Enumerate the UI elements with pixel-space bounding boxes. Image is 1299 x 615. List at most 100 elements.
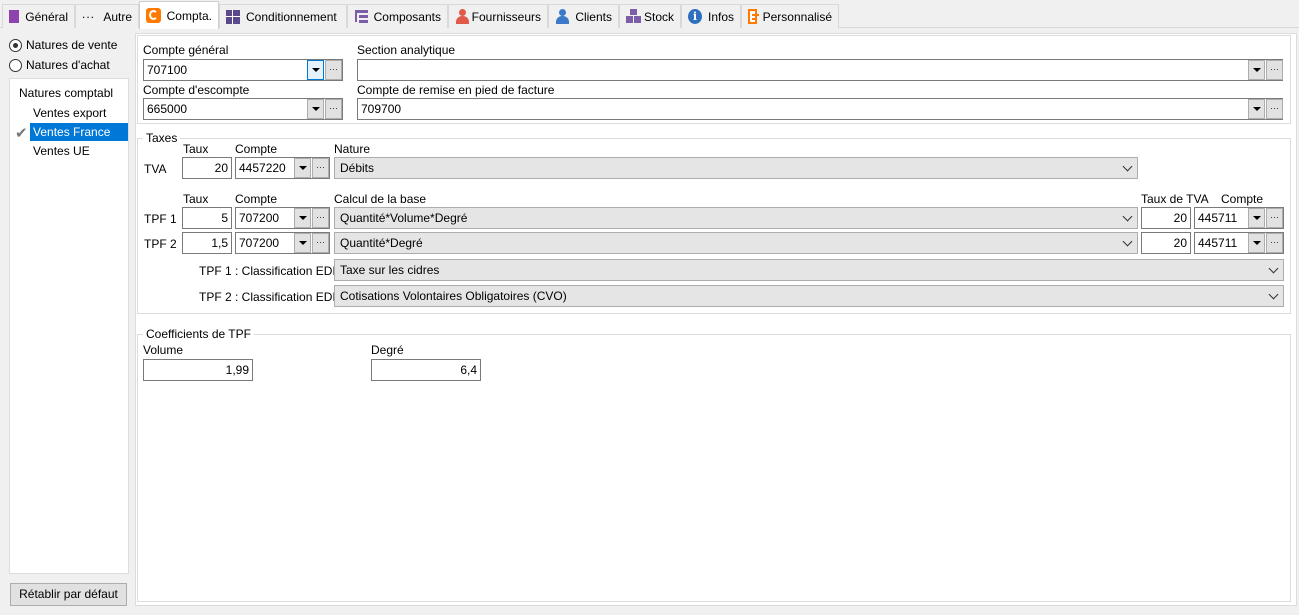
chevron-down-icon [298,166,307,170]
compte-escompte-browse-button[interactable]: ··· [325,99,342,119]
chevron-down-icon [1268,263,1279,274]
tab-stock[interactable]: Stock [619,4,681,28]
tab-general[interactable]: Général [2,4,75,28]
tab-label: Général [25,9,68,24]
person-red-icon [455,9,469,24]
section-analytique-dropdown-button[interactable] [1248,60,1265,80]
radio-label: Natures de vente [26,38,118,52]
tpf1-taux-tva-input[interactable]: 20 [1141,207,1191,229]
tpf-calcul-header: Calcul de la base [334,192,427,206]
tpf2-taux-tva-input[interactable]: 20 [1141,232,1191,254]
person-blue-icon [555,9,569,24]
edi1-select[interactable]: Taxe sur les cidres [334,259,1284,281]
chevron-down-icon [1252,68,1261,72]
chevron-down-icon [1252,216,1261,220]
chevron-down-icon [298,216,307,220]
edi1-value: Taxe sur les cidres [340,263,440,277]
edi2-value: Cotisations Volontaires Obligatoires (CV… [340,289,567,303]
degre-label: Degré [371,343,404,357]
radio-circle [9,58,22,72]
compte-remise-dropdown-button[interactable] [1248,99,1265,119]
tpf1-compte-dropdown-button[interactable] [294,208,311,228]
tva-label: TVA [144,162,167,176]
chevron-down-icon [1268,289,1279,300]
tab-clients[interactable]: Clients [548,4,619,28]
tpf2-compte-tva-dropdown-button[interactable] [1248,233,1265,253]
tva-compte-header: Compte [235,142,278,156]
tab-personnalise[interactable]: Personnalisé [741,4,839,28]
compte-remise-label: Compte de remise en pied de facture [357,83,555,97]
section-analytique-input[interactable] [357,59,1283,81]
tva-taux-input[interactable]: 20 [182,157,232,179]
tree-icon [354,9,368,24]
tab-fournisseurs[interactable]: Fournisseurs [448,4,548,28]
edi2-select[interactable]: Cotisations Volontaires Obligatoires (CV… [334,285,1284,307]
tab-infos[interactable]: i Infos [681,4,741,28]
chevron-down-icon [311,107,320,111]
chevron-down-icon [1122,236,1133,247]
degre-input[interactable]: 6,4 [371,359,481,381]
compte-remise-input[interactable]: 709700 [357,98,1283,120]
info-icon: i [688,9,702,24]
tpf1-compte-tva-browse-button[interactable]: ··· [1266,208,1283,228]
tab-label: Autre [103,9,132,24]
tpf2-compte-browse-button[interactable]: ··· [312,233,329,253]
tpf2-compte-dropdown-button[interactable] [294,233,311,253]
compte-escompte-dropdown-button[interactable] [307,99,324,119]
tpf2-compte-tva-browse-button[interactable]: ··· [1266,233,1283,253]
chevron-down-icon [1252,107,1261,111]
tva-nature-header: Nature [334,142,371,156]
edi2-label: TPF 2 : Classification EDI [199,290,336,304]
tab-label: Personnalisé [762,9,832,24]
tpf1-calcul-value: Quantité*Volume*Degré [340,211,468,225]
tpf-taux-tva-header: Taux de TVA [1141,192,1209,206]
tpf1-compte-browse-button[interactable]: ··· [312,208,329,228]
tab-label: Compta. [166,8,212,23]
section-analytique-label: Section analytique [357,43,456,57]
tab-label: Composants [373,9,441,24]
tab-conditionnement[interactable]: Conditionnement [219,4,347,28]
radio-natures-vente[interactable]: Natures de vente [9,38,117,52]
list-item-ventes-ue[interactable]: Ventes UE [30,142,93,160]
tab-label: Conditionnement [246,9,337,24]
tab-autre[interactable]: ... Autre [75,4,139,28]
radio-natures-achat[interactable]: Natures d'achat [9,58,110,72]
volume-label: Volume [143,343,184,357]
list-item-ventes-export[interactable]: Ventes export [30,104,109,122]
chevron-down-icon [298,241,307,245]
compte-general-browse-button[interactable]: ··· [325,60,342,80]
tab-label: Infos [707,9,734,24]
compte-general-label: Compte général [143,43,229,57]
compta-logo-icon [146,8,161,23]
natures-list[interactable]: Natures comptabl Ventes export ✔ Ventes … [9,78,129,574]
section-analytique-browse-button[interactable]: ··· [1266,60,1283,80]
tpf1-compte-tva-dropdown-button[interactable] [1248,208,1265,228]
square-purple-icon [9,10,20,23]
tva-nature-value: Débits [340,161,375,175]
tab-label: Fournisseurs [471,9,541,24]
compte-general-dropdown-button[interactable] [307,60,324,80]
checkmark-icon: ✔ [15,124,28,142]
tpf1-taux-input[interactable]: 5 [182,207,232,229]
tva-compte-browse-button[interactable]: ··· [312,158,329,178]
tab-composants[interactable]: Composants [347,4,448,28]
tpf2-label: TPF 2 [144,237,177,251]
tva-compte-dropdown-button[interactable] [294,158,311,178]
tab-content: Natures de vente Natures d'achat Natures… [0,28,1299,615]
chevron-down-icon [1252,241,1261,245]
tab-label: Stock [643,9,674,24]
tab-compta[interactable]: Compta. [139,1,219,29]
boxes-icon [626,9,641,24]
volume-input[interactable]: 1,99 [143,359,253,381]
reset-default-button[interactable]: Rétablir par défaut [10,583,127,606]
tpf2-taux-input[interactable]: 1,5 [182,232,232,254]
ellipsis-icon: ... [82,7,96,21]
compte-remise-browse-button[interactable]: ··· [1266,99,1283,119]
list-item-ventes-france[interactable]: Ventes France [30,123,128,141]
chevron-down-icon [311,68,320,72]
tpf1-label: TPF 1 [144,212,177,226]
tva-nature-select[interactable]: Débits [334,157,1138,179]
tpf2-calcul-select[interactable]: Quantité*Degré [334,232,1138,254]
radio-circle-checked [9,38,22,52]
tpf1-calcul-select[interactable]: Quantité*Volume*Degré [334,207,1138,229]
